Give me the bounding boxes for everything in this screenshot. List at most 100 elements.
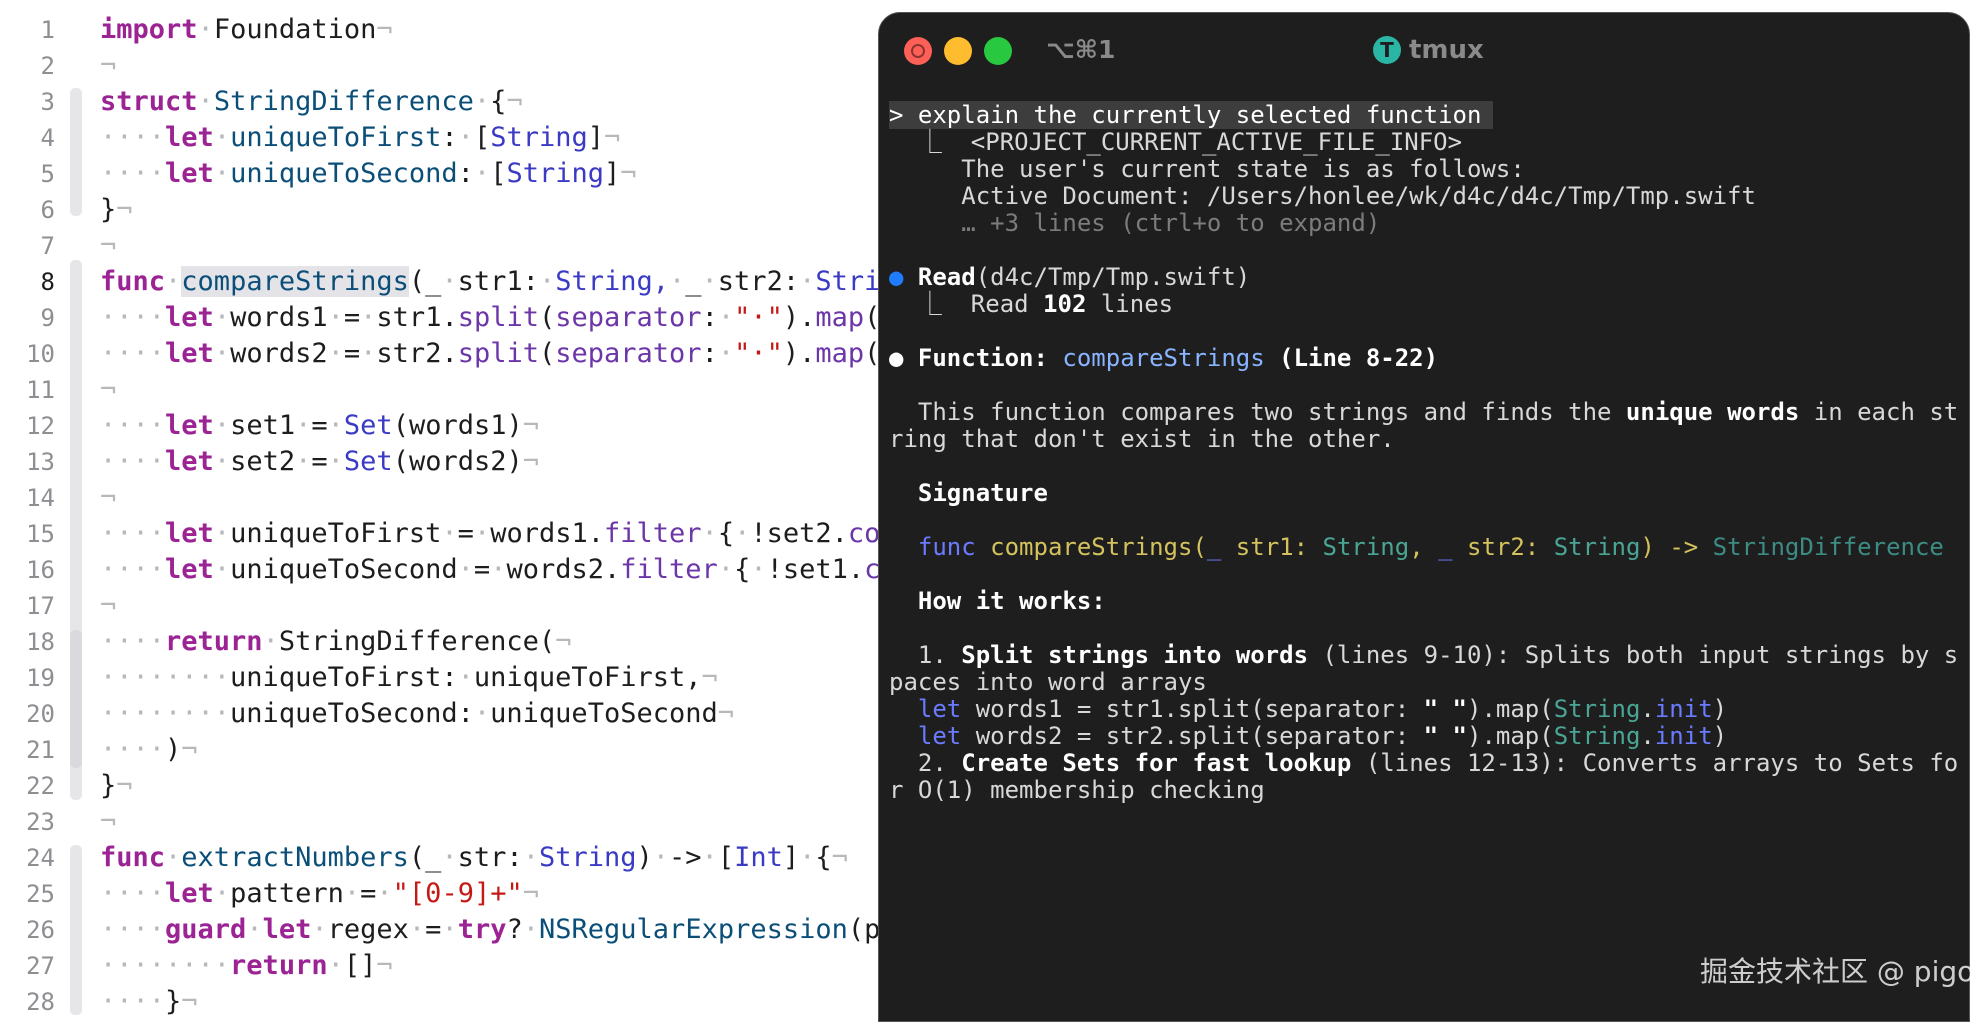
code-token: Int (734, 842, 783, 873)
code-token: (_ (408, 842, 442, 873)
code-token: ¬ (522, 878, 539, 909)
code-token: ¬ (100, 482, 117, 513)
terminal-text: 102 (1043, 290, 1087, 318)
terminal-line: How it works: (889, 584, 1106, 618)
code-text[interactable]: ····let·uniqueToSecond:·[String]¬ (100, 156, 637, 192)
code-text[interactable]: ¬ (100, 372, 116, 408)
code-token: ¬ (522, 410, 539, 441)
terminal-text: compareStrings (1062, 344, 1265, 372)
code-token: · (360, 338, 377, 369)
code-text[interactable]: ····let·words2·=·str2.split(separator:·"… (100, 336, 897, 372)
code-text[interactable]: ····let·pattern·=·"[0-9]+"¬ (100, 876, 539, 912)
terminal-text: ring that don't exist in the other. (889, 425, 1395, 453)
line-number: 4 (40, 124, 55, 152)
code-text[interactable]: import·Foundation¬ (100, 12, 393, 48)
code-token: · (213, 518, 231, 549)
code-text[interactable]: ····let·uniqueToFirst:·[String]¬ (100, 120, 620, 156)
terminal-window[interactable]: ⌥⌘1 T tmux > explain the currently selec… (878, 12, 1970, 1022)
code-token: ] (782, 842, 800, 873)
code-token: · (262, 626, 279, 657)
code-token: ¬ (376, 14, 393, 45)
code-token: uniqueToSecond (490, 698, 718, 729)
code-text[interactable]: func·compareStrings(_·str1:·String,·_·st… (100, 264, 913, 300)
code-token: String, (555, 266, 669, 297)
code-text[interactable]: }¬ (100, 768, 133, 804)
code-text[interactable]: ········return·[]¬ (100, 948, 393, 984)
code-token: · (473, 518, 491, 549)
code-token: let (165, 554, 214, 585)
code-text[interactable]: func·extractNumbers(_·str:·String)·->·[I… (100, 840, 848, 876)
line-number: 28 (26, 988, 55, 1016)
line-number: 26 (26, 916, 55, 944)
code-token: ¬ (701, 662, 718, 693)
code-text[interactable]: ····let·set1·=·Set(words1)¬ (100, 408, 539, 444)
code-token: set1 (230, 410, 296, 441)
code-token: · (327, 338, 344, 369)
code-text[interactable]: ····}¬ (100, 984, 198, 1020)
code-text[interactable]: ········uniqueToFirst:·uniqueToFirst,¬ (100, 660, 718, 696)
code-token: · (213, 410, 231, 441)
code-token: : (701, 338, 718, 369)
code-token: [ (717, 842, 735, 873)
code-token: let (165, 302, 214, 333)
window-titlebar[interactable]: ⌥⌘1 T tmux (879, 13, 1969, 73)
code-token: · (213, 338, 231, 369)
code-token: map (815, 338, 865, 369)
code-token: uniqueToFirst, (473, 662, 702, 693)
code-token: · (197, 14, 214, 45)
terminal-text: String (1322, 533, 1410, 561)
code-token: uniqueToFirst (230, 122, 442, 153)
line-number: 2 (40, 52, 55, 80)
code-token: · (669, 266, 686, 297)
code-token: separator (555, 338, 702, 369)
code-token: ¬ (506, 86, 523, 117)
code-token: split (457, 302, 539, 333)
line-number: 12 (26, 412, 55, 440)
code-token: ¬ (831, 842, 848, 873)
code-token: { (717, 518, 735, 549)
code-token: · (311, 914, 328, 945)
code-token: · (701, 266, 718, 297)
code-token: · (360, 302, 377, 333)
code-text[interactable]: ¬ (100, 804, 116, 840)
minimize-window-button[interactable] (944, 37, 972, 65)
code-token: words1 (230, 302, 328, 333)
code-text[interactable]: ····return·StringDifference(¬ (100, 624, 571, 660)
code-token: · (408, 914, 426, 945)
code-text[interactable]: ····let·set2·=·Set(words2)¬ (100, 444, 539, 480)
line-number: 10 (26, 340, 55, 368)
code-token: ( (538, 302, 556, 333)
code-text[interactable]: ········uniqueToSecond:·uniqueToSecond¬ (100, 696, 734, 732)
code-token: str: (457, 842, 523, 873)
code-text[interactable]: ¬ (100, 48, 116, 84)
code-token: words2 (230, 338, 328, 369)
code-token: ¬ (116, 194, 133, 225)
code-token: ( (538, 338, 556, 369)
maximize-window-button[interactable] (984, 37, 1012, 65)
code-token: ···· (100, 986, 166, 1017)
code-token: · (343, 878, 361, 909)
close-window-button[interactable] (904, 37, 932, 65)
code-token: · (165, 266, 182, 297)
code-text[interactable]: struct·StringDifference·{¬ (100, 84, 523, 120)
code-token: ) (165, 734, 182, 765)
code-token: ········ (100, 662, 231, 693)
code-text[interactable]: ····guard·let·regex·=·try?·NSRegularExpr… (100, 912, 897, 948)
code-token: : (457, 158, 474, 189)
code-text[interactable]: ····let·words1·=·str1.split(separator:·"… (100, 300, 897, 336)
code-text[interactable]: ····let·uniqueToSecond·=·words2.filter·{… (100, 552, 897, 588)
terminal-line: func compareStrings(_ str1: String, _ st… (889, 530, 1944, 564)
line-number: 19 (26, 664, 55, 692)
code-text[interactable]: }¬ (100, 192, 133, 228)
code-text[interactable]: ····let·uniqueToFirst·=·words1.filter·{·… (100, 516, 897, 552)
code-token: filter (620, 554, 718, 585)
code-token: ¬ (100, 590, 117, 621)
line-number: 17 (26, 592, 55, 620)
code-text[interactable]: ¬ (100, 588, 116, 624)
code-text[interactable]: ¬ (100, 228, 116, 264)
code-token: · (750, 554, 767, 585)
code-text[interactable]: ¬ (100, 480, 116, 516)
code-text[interactable]: ····)¬ (100, 732, 198, 768)
line-number: 8 (40, 268, 55, 296)
